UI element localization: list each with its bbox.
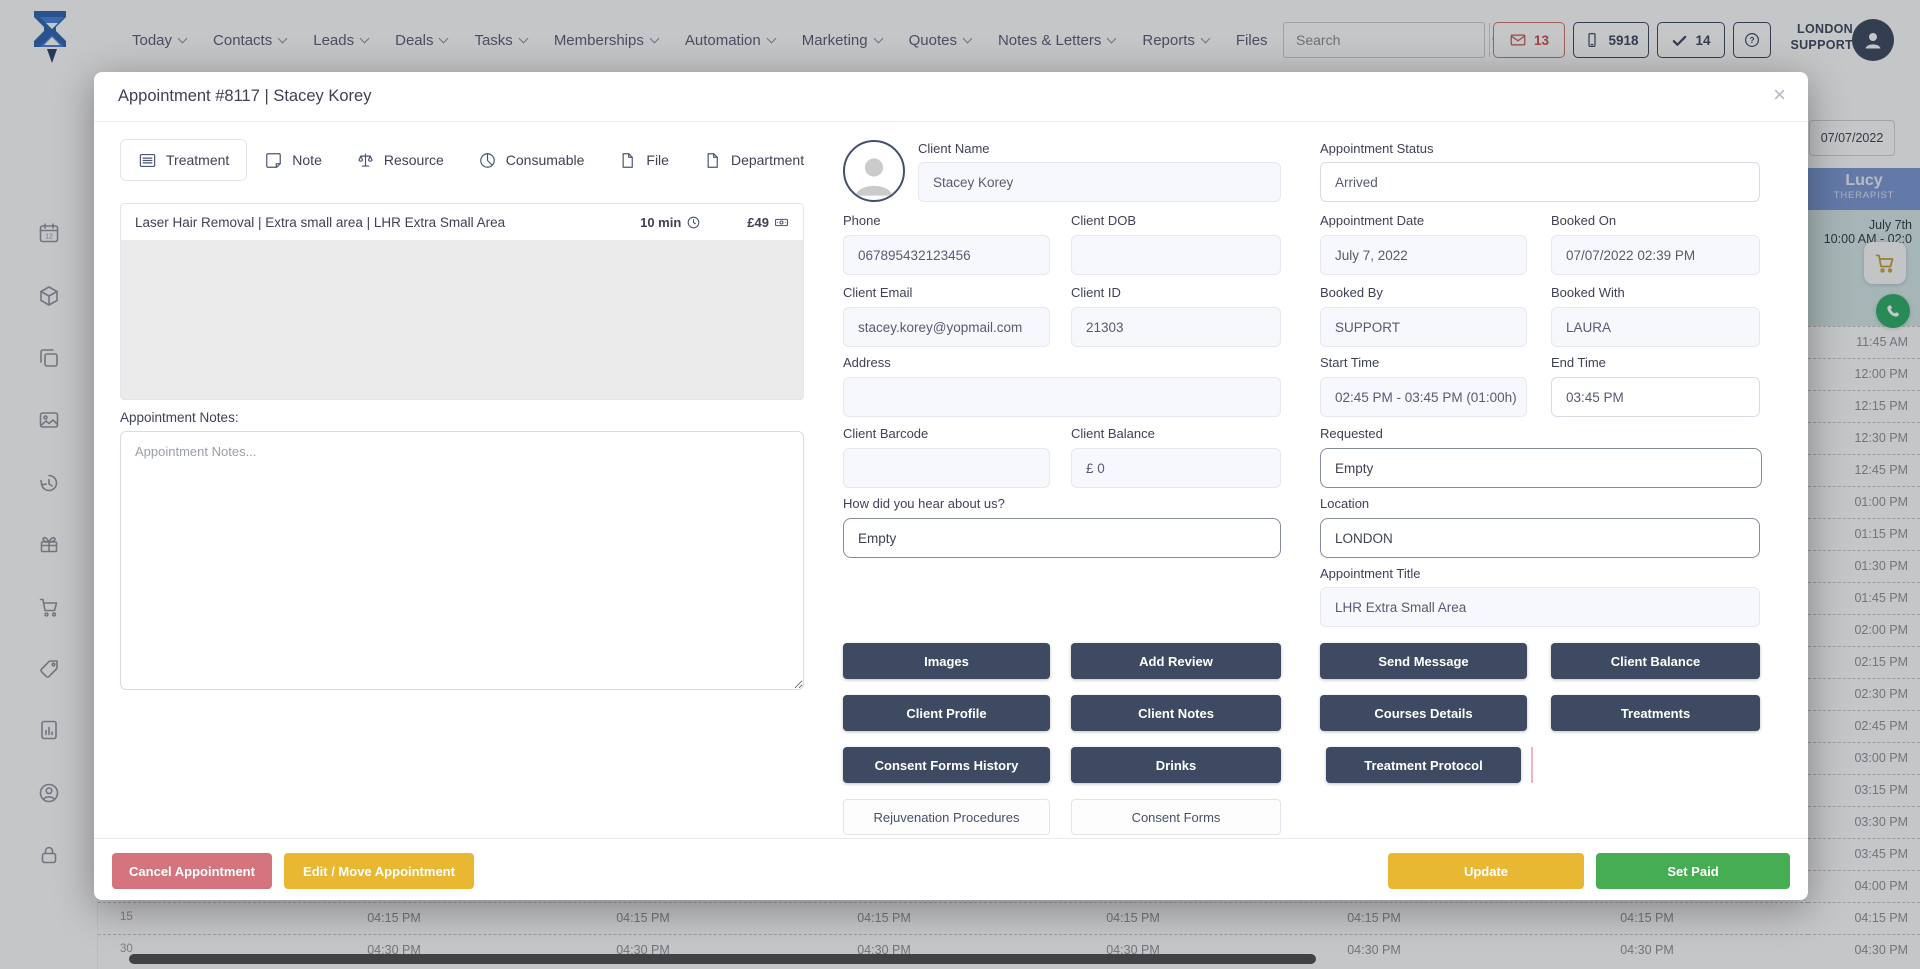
treatments-button[interactable]: Treatments — [1551, 695, 1760, 731]
client-balance-field[interactable]: £ 0 — [1071, 448, 1281, 488]
banknote-icon — [774, 215, 789, 230]
location-select[interactable]: LONDON — [1320, 518, 1760, 558]
hear-about-label: How did you hear about us? — [843, 496, 1005, 511]
client-profile-button[interactable]: Client Profile — [843, 695, 1050, 731]
treatment-protocol-button[interactable]: Treatment Protocol — [1326, 747, 1521, 783]
images-button[interactable]: Images — [843, 643, 1050, 679]
treatment-row[interactable]: Laser Hair Removal | Extra small area | … — [121, 204, 803, 241]
phone-field[interactable]: 067895432123456 — [843, 235, 1050, 275]
location-label: Location — [1320, 496, 1369, 511]
client-email-field[interactable]: stacey.korey@yopmail.com — [843, 307, 1050, 347]
tab-bar: Treatment Note Resource Consumable File — [120, 139, 821, 181]
booked-on-label: Booked On — [1551, 213, 1616, 228]
drinks-button[interactable]: Drinks — [1071, 747, 1281, 783]
hear-about-select[interactable]: Empty — [843, 518, 1281, 558]
person-icon — [848, 148, 900, 200]
tab-treatment[interactable]: Treatment — [120, 139, 247, 181]
appointment-notes-input[interactable] — [120, 431, 804, 690]
client-balance-label: Client Balance — [1071, 426, 1155, 441]
file-icon — [618, 151, 637, 170]
phone-label: Phone — [843, 213, 881, 228]
tab-file[interactable]: File — [601, 139, 686, 181]
consent-forms-button[interactable]: Consent Forms — [1071, 799, 1281, 835]
appointment-modal: Appointment #8117 | Stacey Korey × Treat… — [94, 72, 1808, 900]
status-label: Appointment Status — [1320, 141, 1433, 156]
booked-on-field[interactable]: 07/07/2022 02:39 PM — [1551, 235, 1760, 275]
client-dob-label: Client DOB — [1071, 213, 1136, 228]
update-button[interactable]: Update — [1388, 853, 1584, 889]
set-paid-button[interactable]: Set Paid — [1596, 853, 1790, 889]
client-id-label: Client ID — [1071, 285, 1121, 300]
cancel-appointment-button[interactable]: Cancel Appointment — [112, 853, 272, 889]
close-icon[interactable]: × — [1773, 84, 1786, 106]
tab-resource[interactable]: Resource — [339, 139, 461, 181]
treatment-duration: 10 min — [640, 215, 701, 230]
start-time-label: Start Time — [1320, 355, 1379, 370]
treatment-list: Laser Hair Removal | Extra small area | … — [120, 203, 804, 400]
modal-title: Appointment #8117 | Stacey Korey — [118, 87, 371, 106]
scale-icon — [356, 151, 375, 170]
treatment-price: £49 — [747, 215, 789, 230]
booked-with-field[interactable]: LAURA — [1551, 307, 1760, 347]
courses-details-button[interactable]: Courses Details — [1320, 695, 1527, 731]
send-message-button[interactable]: Send Message — [1320, 643, 1527, 679]
appointment-title-label: Appointment Title — [1320, 566, 1420, 581]
booked-with-label: Booked With — [1551, 285, 1625, 300]
modal-body: Treatment Note Resource Consumable File — [94, 122, 1808, 838]
tab-department[interactable]: Department — [686, 139, 821, 181]
consent-forms-history-button[interactable]: Consent Forms History — [843, 747, 1050, 783]
appointment-title-field[interactable]: LHR Extra Small Area — [1320, 587, 1760, 627]
booked-by-label: Booked By — [1320, 285, 1383, 300]
modal-footer: Cancel Appointment Edit / Move Appointme… — [94, 838, 1808, 899]
add-review-button[interactable]: Add Review — [1071, 643, 1281, 679]
start-time-field[interactable]: 02:45 PM - 03:45 PM (01:00h) — [1320, 377, 1527, 417]
tab-consumable[interactable]: Consumable — [461, 139, 602, 181]
address-field[interactable] — [843, 377, 1281, 417]
end-time-field[interactable]: 03:45 PM — [1551, 377, 1760, 417]
appointment-notes-label: Appointment Notes: — [120, 410, 239, 425]
status-select[interactable]: Arrived — [1320, 162, 1760, 202]
booked-by-field[interactable]: SUPPORT — [1320, 307, 1527, 347]
client-name-label: Client Name — [918, 141, 990, 156]
list-icon — [138, 151, 157, 170]
client-barcode-field[interactable] — [843, 448, 1050, 488]
pie-icon — [478, 151, 497, 170]
client-name-field[interactable]: Stacey Korey — [918, 162, 1281, 202]
client-id-field[interactable]: 21303 — [1071, 307, 1281, 347]
address-label: Address — [843, 355, 891, 370]
note-icon — [264, 151, 283, 170]
client-balance-button[interactable]: Client Balance — [1551, 643, 1760, 679]
focus-indicator — [1531, 747, 1533, 783]
clock-icon — [686, 215, 701, 230]
file-icon — [703, 151, 722, 170]
client-barcode-label: Client Barcode — [843, 426, 928, 441]
requested-select[interactable]: Empty — [1320, 448, 1762, 488]
requested-label: Requested — [1320, 426, 1383, 441]
appointment-date-field[interactable]: July 7, 2022 — [1320, 235, 1527, 275]
treatment-name: Laser Hair Removal | Extra small area | … — [135, 215, 640, 230]
client-notes-button[interactable]: Client Notes — [1071, 695, 1281, 731]
client-dob-field[interactable] — [1071, 235, 1281, 275]
edit-move-appointment-button[interactable]: Edit / Move Appointment — [284, 853, 474, 889]
screen: Today Contacts Leads Deals Tasks Members… — [0, 0, 1920, 969]
appointment-date-label: Appointment Date — [1320, 213, 1424, 228]
tab-note[interactable]: Note — [247, 139, 339, 181]
rejuvenation-procedures-button[interactable]: Rejuvenation Procedures — [843, 799, 1050, 835]
client-email-label: Client Email — [843, 285, 912, 300]
end-time-label: End Time — [1551, 355, 1606, 370]
modal-header: Appointment #8117 | Stacey Korey × — [94, 72, 1808, 122]
client-avatar[interactable] — [843, 140, 905, 202]
